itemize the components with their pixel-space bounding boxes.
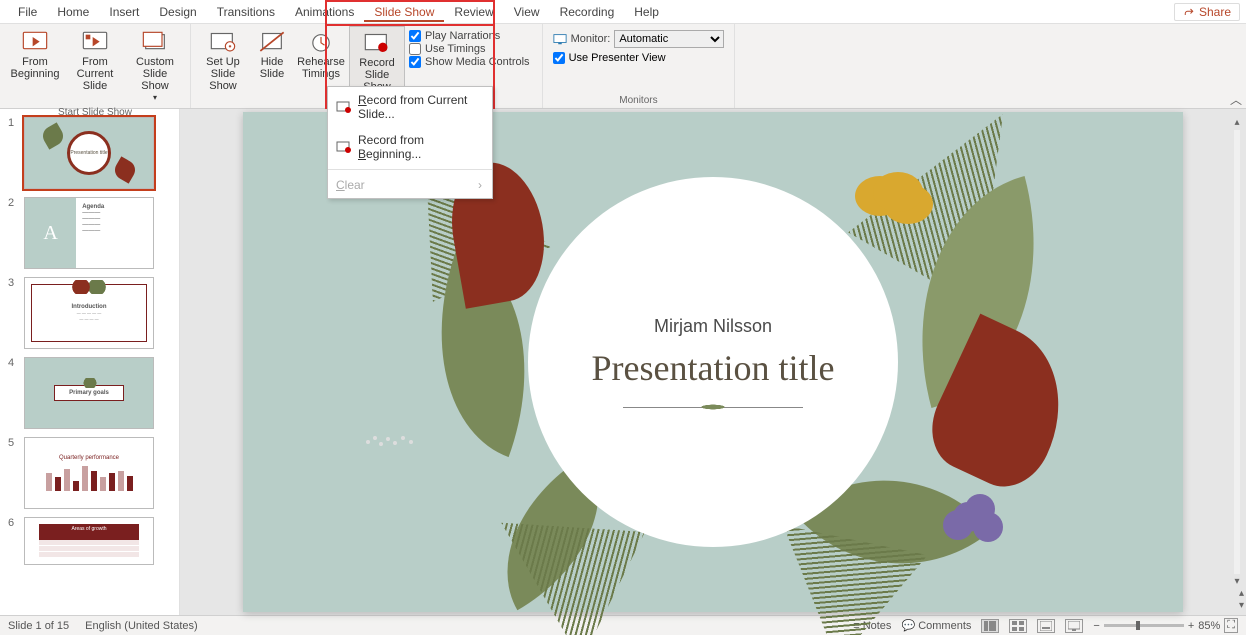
- show-media-controls-checkbox[interactable]: Show Media Controls: [409, 56, 530, 68]
- tab-insert[interactable]: Insert: [99, 1, 149, 22]
- clock-icon: [307, 30, 335, 54]
- sorter-view-icon: [1012, 621, 1024, 631]
- play-from-current-icon: [81, 30, 109, 54]
- from-current-button[interactable]: From Current Slide: [66, 26, 124, 96]
- thumbnail-slide-6[interactable]: Areas of growth: [24, 517, 154, 565]
- thumb-number: 2: [8, 197, 18, 209]
- tab-design[interactable]: Design: [149, 1, 206, 22]
- share-icon: [1183, 6, 1195, 18]
- thumbnail-slide-5[interactable]: Quarterly performance: [24, 437, 154, 509]
- setup-slideshow-button[interactable]: Set Up Slide Show: [197, 26, 249, 96]
- thumbnail-slide-3[interactable]: Introduction— — — — —— — — —: [24, 277, 154, 349]
- thumb-number: 5: [8, 437, 18, 449]
- clear-recording-item: Clear ›: [328, 172, 492, 198]
- thumbnail-slide-2[interactable]: AAgenda————————————: [24, 197, 154, 269]
- record-icon: [336, 99, 352, 115]
- record-icon: [363, 31, 391, 55]
- thumb-number: 4: [8, 357, 18, 369]
- prev-slide-button[interactable]: ▴: [1239, 588, 1244, 599]
- play-narrations-checkbox[interactable]: Play Narrations: [409, 30, 530, 42]
- share-button[interactable]: Share: [1174, 3, 1240, 21]
- reading-view-button[interactable]: [1037, 619, 1055, 633]
- thumbnail-slide-1[interactable]: Presentation title: [24, 117, 154, 189]
- hide-slide-button[interactable]: Hide Slide: [251, 26, 293, 84]
- sorter-view-button[interactable]: [1009, 619, 1027, 633]
- record-dropdown: Record from Current Slide... Record from…: [327, 86, 493, 199]
- zoom-in-button[interactable]: +: [1188, 620, 1194, 632]
- tab-home[interactable]: Home: [47, 1, 99, 22]
- language-status[interactable]: English (United States): [85, 620, 198, 632]
- slide-thumbnail-panel[interactable]: 1 Presentation title 2 AAgenda——————————…: [0, 109, 180, 615]
- normal-view-button[interactable]: [981, 619, 999, 633]
- setup-icon: [209, 30, 237, 54]
- tab-transitions[interactable]: Transitions: [207, 1, 285, 22]
- thumb-number: 6: [8, 517, 18, 529]
- zoom-level[interactable]: 85%: [1198, 620, 1220, 632]
- group-label-monitors: Monitors: [619, 95, 657, 108]
- thumbnail-slide-4[interactable]: Primary goals: [24, 357, 154, 429]
- slide-counter: Slide 1 of 15: [8, 620, 69, 632]
- hide-slide-icon: [258, 30, 286, 54]
- monitor-select[interactable]: Automatic: [614, 30, 724, 48]
- tab-file[interactable]: File: [8, 1, 47, 22]
- use-timings-checkbox[interactable]: Use Timings: [409, 43, 530, 55]
- vertical-scrollbar[interactable]: ▴ ▾: [1230, 117, 1244, 587]
- zoom-slider[interactable]: [1104, 624, 1184, 627]
- slide-title[interactable]: Presentation title: [592, 347, 835, 389]
- presenter-view-checkbox[interactable]: Use Presenter View: [549, 52, 729, 64]
- tab-view[interactable]: View: [504, 1, 550, 22]
- record-icon: [336, 139, 352, 155]
- chevron-right-icon: ›: [478, 178, 482, 192]
- custom-slideshow-button[interactable]: Custom Slide Show ▾: [126, 26, 184, 107]
- thumb-number: 1: [8, 117, 18, 129]
- custom-show-icon: [141, 30, 169, 54]
- scroll-up-icon[interactable]: ▴: [1234, 117, 1239, 128]
- rehearse-timings-button[interactable]: Rehearse Timings: [295, 26, 347, 84]
- tab-slideshow[interactable]: Slide Show: [364, 1, 444, 22]
- collapse-ribbon-button[interactable]: ︿: [1230, 91, 1242, 108]
- tab-animations[interactable]: Animations: [285, 1, 364, 22]
- reading-view-icon: [1040, 621, 1052, 631]
- tab-help[interactable]: Help: [624, 1, 669, 22]
- thumb-number: 3: [8, 277, 18, 289]
- chevron-down-icon: ▾: [153, 94, 157, 103]
- slideshow-view-icon: [1068, 621, 1080, 631]
- record-from-beginning-item[interactable]: Record from Beginning...: [328, 127, 492, 167]
- scroll-down-icon[interactable]: ▾: [1234, 576, 1239, 587]
- slide-subtitle[interactable]: Mirjam Nilsson: [654, 316, 772, 337]
- tab-review[interactable]: Review: [444, 1, 503, 22]
- comments-button[interactable]: 💬 Comments: [901, 619, 971, 632]
- play-from-start-icon: [21, 30, 49, 54]
- fit-to-window-button[interactable]: ⛶: [1224, 618, 1238, 633]
- next-slide-button[interactable]: ▾: [1239, 600, 1244, 611]
- normal-view-icon: [984, 621, 996, 631]
- record-from-current-item[interactable]: Record from Current Slide...: [328, 87, 492, 127]
- slideshow-view-button[interactable]: [1065, 619, 1083, 633]
- monitor-icon: [553, 33, 567, 45]
- tab-recording[interactable]: Recording: [550, 1, 625, 22]
- monitor-label: Monitor:: [571, 33, 611, 45]
- zoom-out-button[interactable]: −: [1093, 620, 1099, 632]
- slide-divider: [623, 407, 803, 408]
- from-beginning-button[interactable]: From Beginning: [6, 26, 64, 84]
